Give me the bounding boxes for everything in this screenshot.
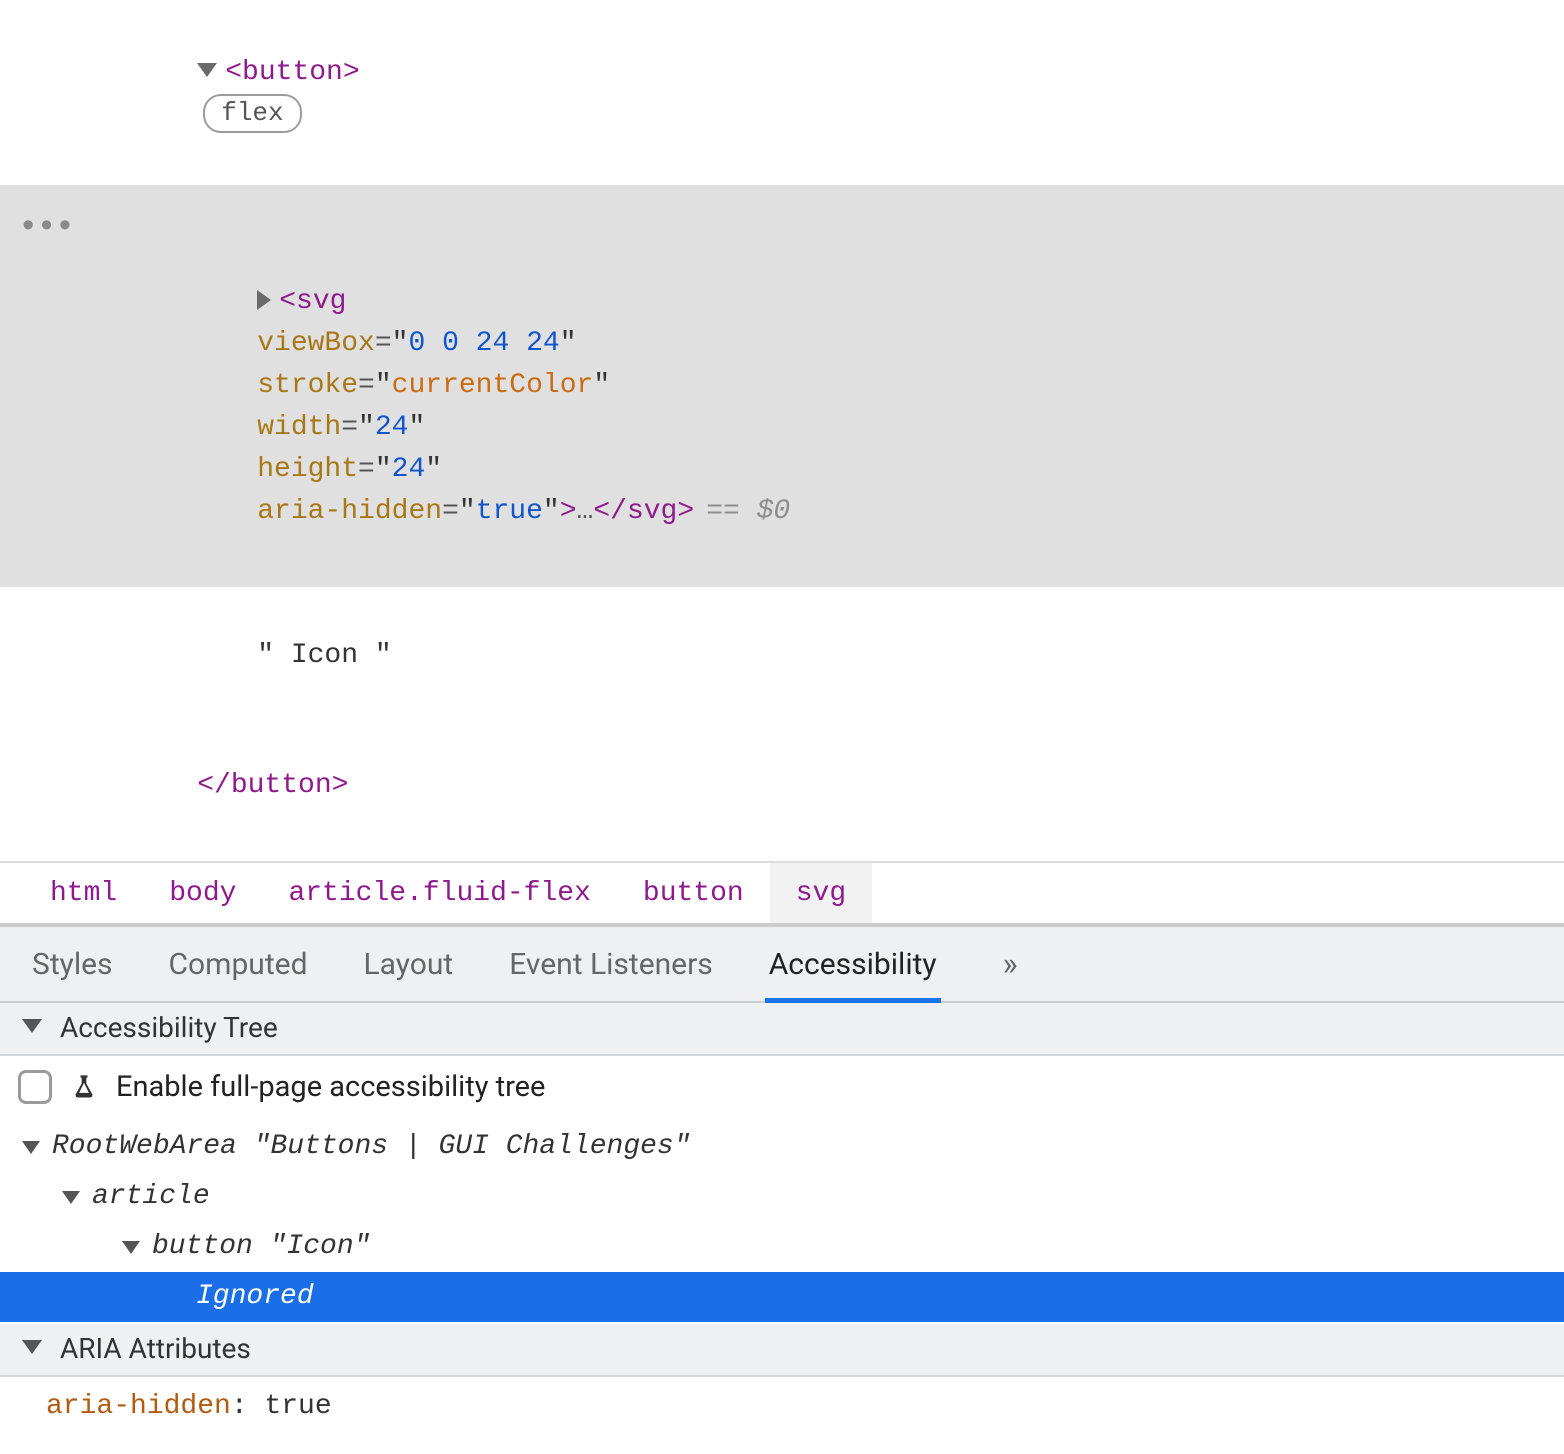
- tab-styles[interactable]: Styles: [32, 927, 113, 1001]
- disclosure-triangle-down-icon[interactable]: [197, 63, 217, 77]
- attr-width-name: width: [257, 412, 341, 443]
- attr-ariahidden-value: true: [476, 496, 543, 527]
- section-header-aria-attributes[interactable]: ARIA Attributes: [0, 1324, 1564, 1377]
- tree-row-ignored[interactable]: Ignored: [0, 1272, 1564, 1322]
- enable-fullpage-tree-row: Enable full-page accessibility tree: [0, 1056, 1564, 1122]
- accessibility-tree-body: Enable full-page accessibility tree Root…: [0, 1056, 1564, 1324]
- chevron-down-icon[interactable]: [22, 1141, 40, 1154]
- section-title: ARIA Attributes: [60, 1332, 251, 1365]
- dom-line-button-open[interactable]: <button> flex: [0, 8, 1564, 181]
- close-tag-svg: svg: [627, 496, 677, 527]
- tree-row-root[interactable]: RootWebArea "Buttons | GUI Challenges": [0, 1122, 1564, 1172]
- accessibility-tree: RootWebArea "Buttons | GUI Challenges" a…: [0, 1122, 1564, 1324]
- tabs-overflow-icon[interactable]: »: [993, 945, 1028, 983]
- enable-fullpage-tree-label: Enable full-page accessibility tree: [116, 1070, 545, 1104]
- attr-height-value: 24: [392, 454, 426, 485]
- tree-role-button: button: [152, 1226, 253, 1268]
- crumb-article[interactable]: article.fluid-flex: [262, 863, 616, 923]
- dom-line-text-node[interactable]: " Icon ": [0, 591, 1564, 721]
- tab-accessibility[interactable]: Accessibility: [769, 927, 937, 1001]
- tree-name-root: "Buttons | GUI Challenges": [254, 1126, 691, 1168]
- aria-attr-name: aria-hidden: [46, 1391, 231, 1422]
- tree-role-root: RootWebArea: [52, 1126, 237, 1168]
- tree-row-button[interactable]: button "Icon": [0, 1222, 1564, 1272]
- console-reference: == $0: [706, 496, 790, 527]
- section-header-accessibility-tree[interactable]: Accessibility Tree: [0, 1003, 1564, 1056]
- section-title: Accessibility Tree: [60, 1011, 278, 1044]
- tab-computed[interactable]: Computed: [169, 927, 308, 1001]
- details-tabs-bar: Styles Computed Layout Event Listeners A…: [0, 923, 1564, 1003]
- tab-layout[interactable]: Layout: [364, 927, 454, 1001]
- crumb-button[interactable]: button: [617, 863, 770, 923]
- disclosure-triangle-down-icon[interactable]: [22, 1340, 42, 1354]
- tree-ignored-label: Ignored: [196, 1276, 314, 1318]
- elements-dom-panel: <button> flex ••• <svg viewBox="0 0 24 2…: [0, 0, 1564, 861]
- close-tag-button: button: [231, 770, 332, 801]
- tree-name-button: "Icon": [270, 1226, 371, 1268]
- crumb-body[interactable]: body: [143, 863, 262, 923]
- tree-role-article: article: [92, 1176, 210, 1218]
- text-node-value: " Icon ": [257, 640, 391, 671]
- tag-name-svg: svg: [296, 286, 346, 317]
- attr-stroke-value: currentColor: [392, 370, 594, 401]
- breadcrumb: html body article.fluid-flex button svg: [0, 861, 1564, 923]
- attr-height-name: height: [257, 454, 358, 485]
- attr-ariahidden-name: aria-hidden: [257, 496, 442, 527]
- attr-width-value: 24: [375, 412, 409, 443]
- tab-event-listeners[interactable]: Event Listeners: [509, 927, 713, 1001]
- tag-name-button: button: [242, 57, 343, 88]
- aria-attr-value: true: [264, 1391, 331, 1422]
- aria-attributes-body: aria-hidden: true: [0, 1377, 1564, 1452]
- chevron-down-icon[interactable]: [62, 1191, 80, 1204]
- flask-icon: [70, 1073, 98, 1101]
- attr-stroke-name: stroke: [257, 370, 358, 401]
- disclosure-triangle-right-icon[interactable]: [257, 290, 271, 310]
- chevron-down-icon[interactable]: [122, 1241, 140, 1254]
- disclosure-triangle-down-icon[interactable]: [22, 1019, 42, 1033]
- more-actions-icon[interactable]: •••: [18, 203, 73, 254]
- attr-viewbox-name: viewBox: [257, 328, 375, 359]
- enable-fullpage-tree-checkbox[interactable]: [18, 1070, 52, 1104]
- flex-badge[interactable]: flex: [203, 94, 301, 133]
- attr-viewbox-value: 0 0 24 24: [408, 328, 559, 359]
- crumb-svg[interactable]: svg: [770, 863, 872, 923]
- tree-row-article[interactable]: article: [0, 1172, 1564, 1222]
- dom-line-button-close[interactable]: </button>: [0, 721, 1564, 851]
- dom-line-svg-selected[interactable]: ••• <svg viewBox="0 0 24 24" stroke="cur…: [0, 185, 1564, 587]
- collapsed-ellipsis[interactable]: …: [577, 496, 594, 527]
- crumb-html[interactable]: html: [24, 863, 143, 923]
